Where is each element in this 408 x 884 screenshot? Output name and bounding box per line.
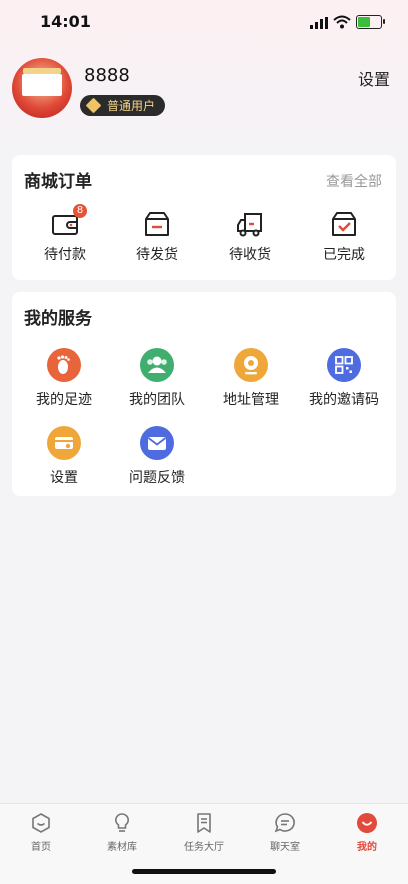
profile-icon xyxy=(356,812,378,834)
order-label: 待收货 xyxy=(229,247,271,263)
user-level-label: 普通用户 xyxy=(107,99,156,113)
orders-card: 商城订单 查看全部 8 待付款 待发货 待收货 已完成 xyxy=(12,155,396,280)
user-level-badge: 普通用户 xyxy=(80,95,166,116)
tab-home[interactable]: 首页 xyxy=(11,812,71,853)
see-all-orders-link[interactable]: 查看全部 xyxy=(326,171,382,191)
service-footprint[interactable]: 我的足迹 xyxy=(19,348,109,409)
box-icon xyxy=(143,210,171,238)
avatar[interactable] xyxy=(12,58,72,118)
bookmark-icon xyxy=(193,812,215,834)
battery-icon xyxy=(356,15,385,29)
services-title: 我的服务 xyxy=(24,309,92,329)
service-invite-code[interactable]: 我的邀请码 xyxy=(299,348,389,409)
chat-icon xyxy=(274,812,296,834)
service-team[interactable]: 我的团队 xyxy=(112,348,202,409)
tab-label: 我的 xyxy=(357,842,377,853)
order-label: 待发货 xyxy=(136,247,178,263)
wallet-icon: 8 xyxy=(51,204,87,238)
tab-label: 任务大厅 xyxy=(184,842,224,853)
tab-label: 聊天室 xyxy=(270,842,300,853)
status-bar: 14:01 xyxy=(0,0,408,44)
mail-icon xyxy=(140,426,174,460)
location-icon xyxy=(234,348,268,382)
truck-icon xyxy=(236,210,264,238)
home-icon xyxy=(30,812,52,834)
order-pending-receipt[interactable]: 待收货 xyxy=(215,210,285,264)
diamond-icon xyxy=(85,97,102,114)
tab-mine[interactable]: 我的 xyxy=(337,812,397,853)
services-card: 我的服务 我的足迹 我的团队 地址管理 我的邀请码 设置 问题反馈 xyxy=(12,292,396,496)
tab-label: 首页 xyxy=(31,842,51,853)
bulb-icon xyxy=(111,812,133,834)
service-label: 问题反馈 xyxy=(129,470,185,486)
service-feedback[interactable]: 问题反馈 xyxy=(112,426,202,487)
order-label: 待付款 xyxy=(44,247,86,263)
service-label: 我的邀请码 xyxy=(309,392,379,408)
orders-title: 商城订单 xyxy=(24,172,92,192)
tab-task-hall[interactable]: 任务大厅 xyxy=(174,812,234,853)
tab-chatroom[interactable]: 聊天室 xyxy=(255,812,315,853)
status-time: 14:01 xyxy=(40,12,91,31)
service-label: 地址管理 xyxy=(223,392,279,408)
check-box-icon xyxy=(330,210,358,238)
order-completed[interactable]: 已完成 xyxy=(309,210,379,264)
footprint-icon xyxy=(47,348,81,382)
service-label: 我的团队 xyxy=(129,392,185,408)
order-pending-shipment[interactable]: 待发货 xyxy=(122,210,192,264)
qrcode-icon xyxy=(327,348,361,382)
wifi-icon xyxy=(333,15,351,29)
service-label: 我的足迹 xyxy=(36,392,92,408)
tab-materials[interactable]: 素材库 xyxy=(92,812,152,853)
service-address[interactable]: 地址管理 xyxy=(206,348,296,409)
order-label: 已完成 xyxy=(323,247,365,263)
settings-box-icon xyxy=(47,426,81,460)
home-indicator xyxy=(132,869,276,874)
pending-payment-count: 8 xyxy=(73,204,87,218)
signal-icon xyxy=(310,17,328,29)
service-settings[interactable]: 设置 xyxy=(19,426,109,487)
team-icon xyxy=(140,348,174,382)
tab-label: 素材库 xyxy=(107,842,137,853)
settings-link[interactable]: 设置 xyxy=(358,66,390,90)
username: 8888 xyxy=(84,65,130,86)
order-pending-payment[interactable]: 8 待付款 xyxy=(30,204,100,264)
service-label: 设置 xyxy=(50,470,78,486)
